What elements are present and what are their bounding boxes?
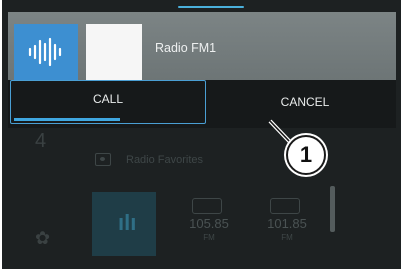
radio-icon <box>192 198 222 214</box>
preset-frequency: 105.85 <box>189 216 229 231</box>
callout-badge: 1 <box>286 135 326 175</box>
call-button-label: CALL <box>92 92 124 106</box>
panel-drag-handle[interactable] <box>178 6 244 8</box>
preset-tile-active[interactable]: ılı <box>92 192 156 256</box>
call-progress-bar <box>14 118 120 121</box>
radio-icon <box>95 153 111 166</box>
notification-header: Radio FM1 <box>8 12 396 80</box>
preset-band: FM <box>281 233 293 242</box>
favorites-icon[interactable]: ✿ <box>35 228 50 249</box>
preset-frequency: 101.85 <box>267 216 307 231</box>
waveform-icon <box>14 24 78 80</box>
favorites-header: Radio Favorites <box>126 154 204 166</box>
scrollbar[interactable] <box>330 186 335 232</box>
station-name: Radio FM1 <box>155 41 217 55</box>
sidebar-digit: 4 <box>35 130 47 152</box>
call-button[interactable]: CALL <box>10 80 206 124</box>
cancel-button[interactable]: CANCEL <box>214 80 396 130</box>
cancel-button-label: CANCEL <box>280 95 330 109</box>
radio-icon <box>270 198 300 214</box>
equalizer-icon: ılı <box>118 210 137 235</box>
notification-actions: CALL CANCEL <box>8 80 396 128</box>
radio-notification-panel: Radio FM1 CALL CANCEL <box>8 12 396 128</box>
station-artwork <box>86 24 142 80</box>
preset-tile[interactable]: 105.85 FM <box>176 192 242 256</box>
preset-tile[interactable]: 101.85 FM <box>254 192 320 256</box>
infotainment-screen: 4 ✿ Radio Favorites ılı 105.85 FM 101.85… <box>2 0 401 269</box>
preset-band: FM <box>203 233 215 242</box>
